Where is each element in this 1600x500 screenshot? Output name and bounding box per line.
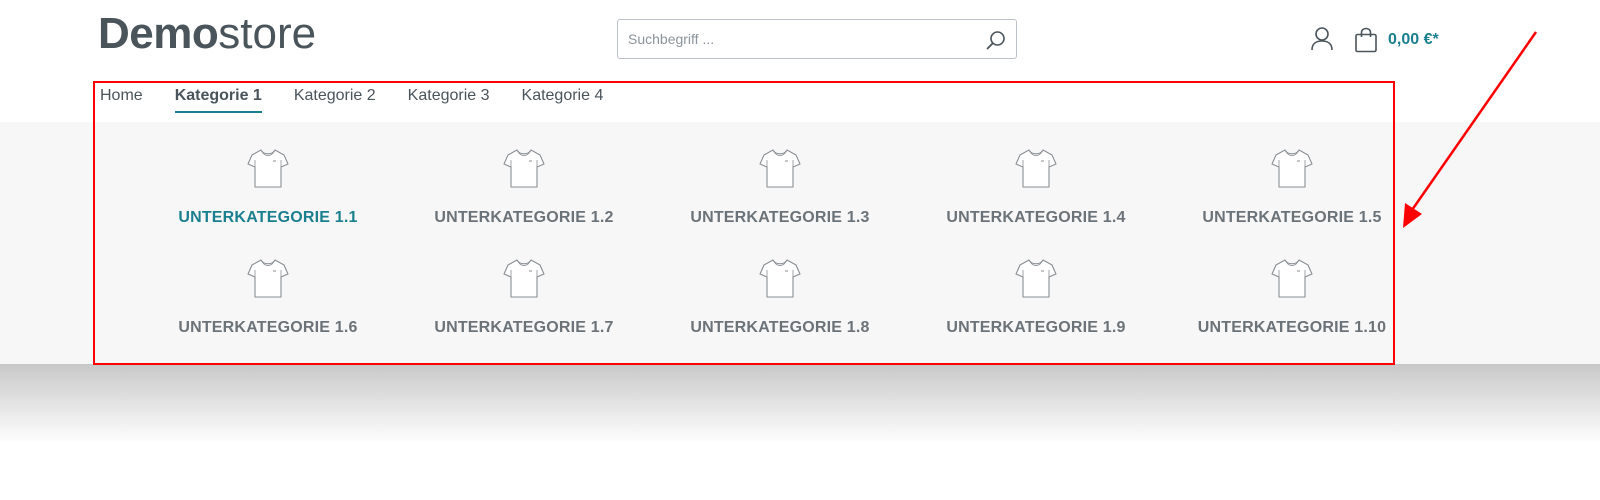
flyout-shadow <box>0 364 1600 444</box>
nav-item-kategorie-2[interactable]: Kategorie 2 <box>294 86 376 111</box>
subcategory-item[interactable]: UNTERKATEGORIE 1.9 <box>916 256 1156 356</box>
search-box <box>617 19 1017 59</box>
tshirt-icon <box>1014 146 1058 195</box>
subcategory-item[interactable]: UNTERKATEGORIE 1.3 <box>660 146 900 246</box>
tshirt-icon <box>502 256 546 305</box>
subcategory-item[interactable]: UNTERKATEGORIE 1.8 <box>660 256 900 356</box>
subcategory-label: UNTERKATEGORIE 1.1 <box>178 209 358 226</box>
search-input[interactable] <box>618 20 968 58</box>
subcategory-label: UNTERKATEGORIE 1.8 <box>690 319 870 336</box>
subcategory-label: UNTERKATEGORIE 1.4 <box>946 209 1126 226</box>
tshirt-icon <box>758 256 802 305</box>
subcategory-label: UNTERKATEGORIE 1.5 <box>1202 209 1382 226</box>
main-navigation: Home Kategorie 1 Kategorie 2 Kategorie 3… <box>100 86 635 116</box>
subcategory-item[interactable]: UNTERKATEGORIE 1.5 <box>1172 146 1412 246</box>
shopping-bag-icon <box>1355 27 1377 53</box>
subcategory-item[interactable]: UNTERKATEGORIE 1.4 <box>916 146 1156 246</box>
subcategory-item[interactable]: UNTERKATEGORIE 1.10 <box>1172 256 1412 356</box>
subcategory-item[interactable]: UNTERKATEGORIE 1.6 <box>148 256 388 356</box>
subcategory-label: UNTERKATEGORIE 1.10 <box>1197 319 1387 336</box>
logo-light-text: store <box>218 9 317 58</box>
tshirt-icon <box>1270 256 1314 305</box>
subcategory-label: UNTERKATEGORIE 1.3 <box>690 209 870 226</box>
nav-item-kategorie-1[interactable]: Kategorie 1 <box>174 86 262 113</box>
account-button[interactable] <box>1310 26 1334 52</box>
store-logo[interactable]: Demo store <box>98 12 316 62</box>
cart-amount: 0,00 €* <box>1388 31 1439 48</box>
nav-item-home[interactable]: Home <box>100 86 143 111</box>
subcategory-item[interactable]: UNTERKATEGORIE 1.1 <box>148 146 388 246</box>
subcategory-item[interactable]: UNTERKATEGORIE 1.7 <box>404 256 644 356</box>
nav-item-kategorie-4[interactable]: Kategorie 4 <box>522 86 604 111</box>
search-button[interactable] <box>984 28 1008 52</box>
subcategory-label: UNTERKATEGORIE 1.7 <box>434 319 614 336</box>
tshirt-icon <box>1014 256 1058 305</box>
user-icon <box>1311 27 1333 51</box>
tshirt-icon <box>246 146 290 195</box>
cart-button[interactable]: 0,00 €* <box>1354 26 1439 54</box>
tshirt-icon <box>1270 146 1314 195</box>
subcategory-label: UNTERKATEGORIE 1.9 <box>946 319 1126 336</box>
category-flyout: UNTERKATEGORIE 1.1 UNTERKATEGORIE 1.2 UNTE… <box>0 122 1600 364</box>
subcategory-label: UNTERKATEGORIE 1.6 <box>178 319 358 336</box>
subcategory-label: UNTERKATEGORIE 1.2 <box>434 209 614 226</box>
tshirt-icon <box>758 146 802 195</box>
nav-item-kategorie-3[interactable]: Kategorie 3 <box>408 86 490 111</box>
logo-bold-text: Demo <box>98 9 219 58</box>
tshirt-icon <box>246 256 290 305</box>
tshirt-icon <box>502 146 546 195</box>
search-icon <box>986 31 1005 50</box>
subcategory-item[interactable]: UNTERKATEGORIE 1.2 <box>404 146 644 246</box>
